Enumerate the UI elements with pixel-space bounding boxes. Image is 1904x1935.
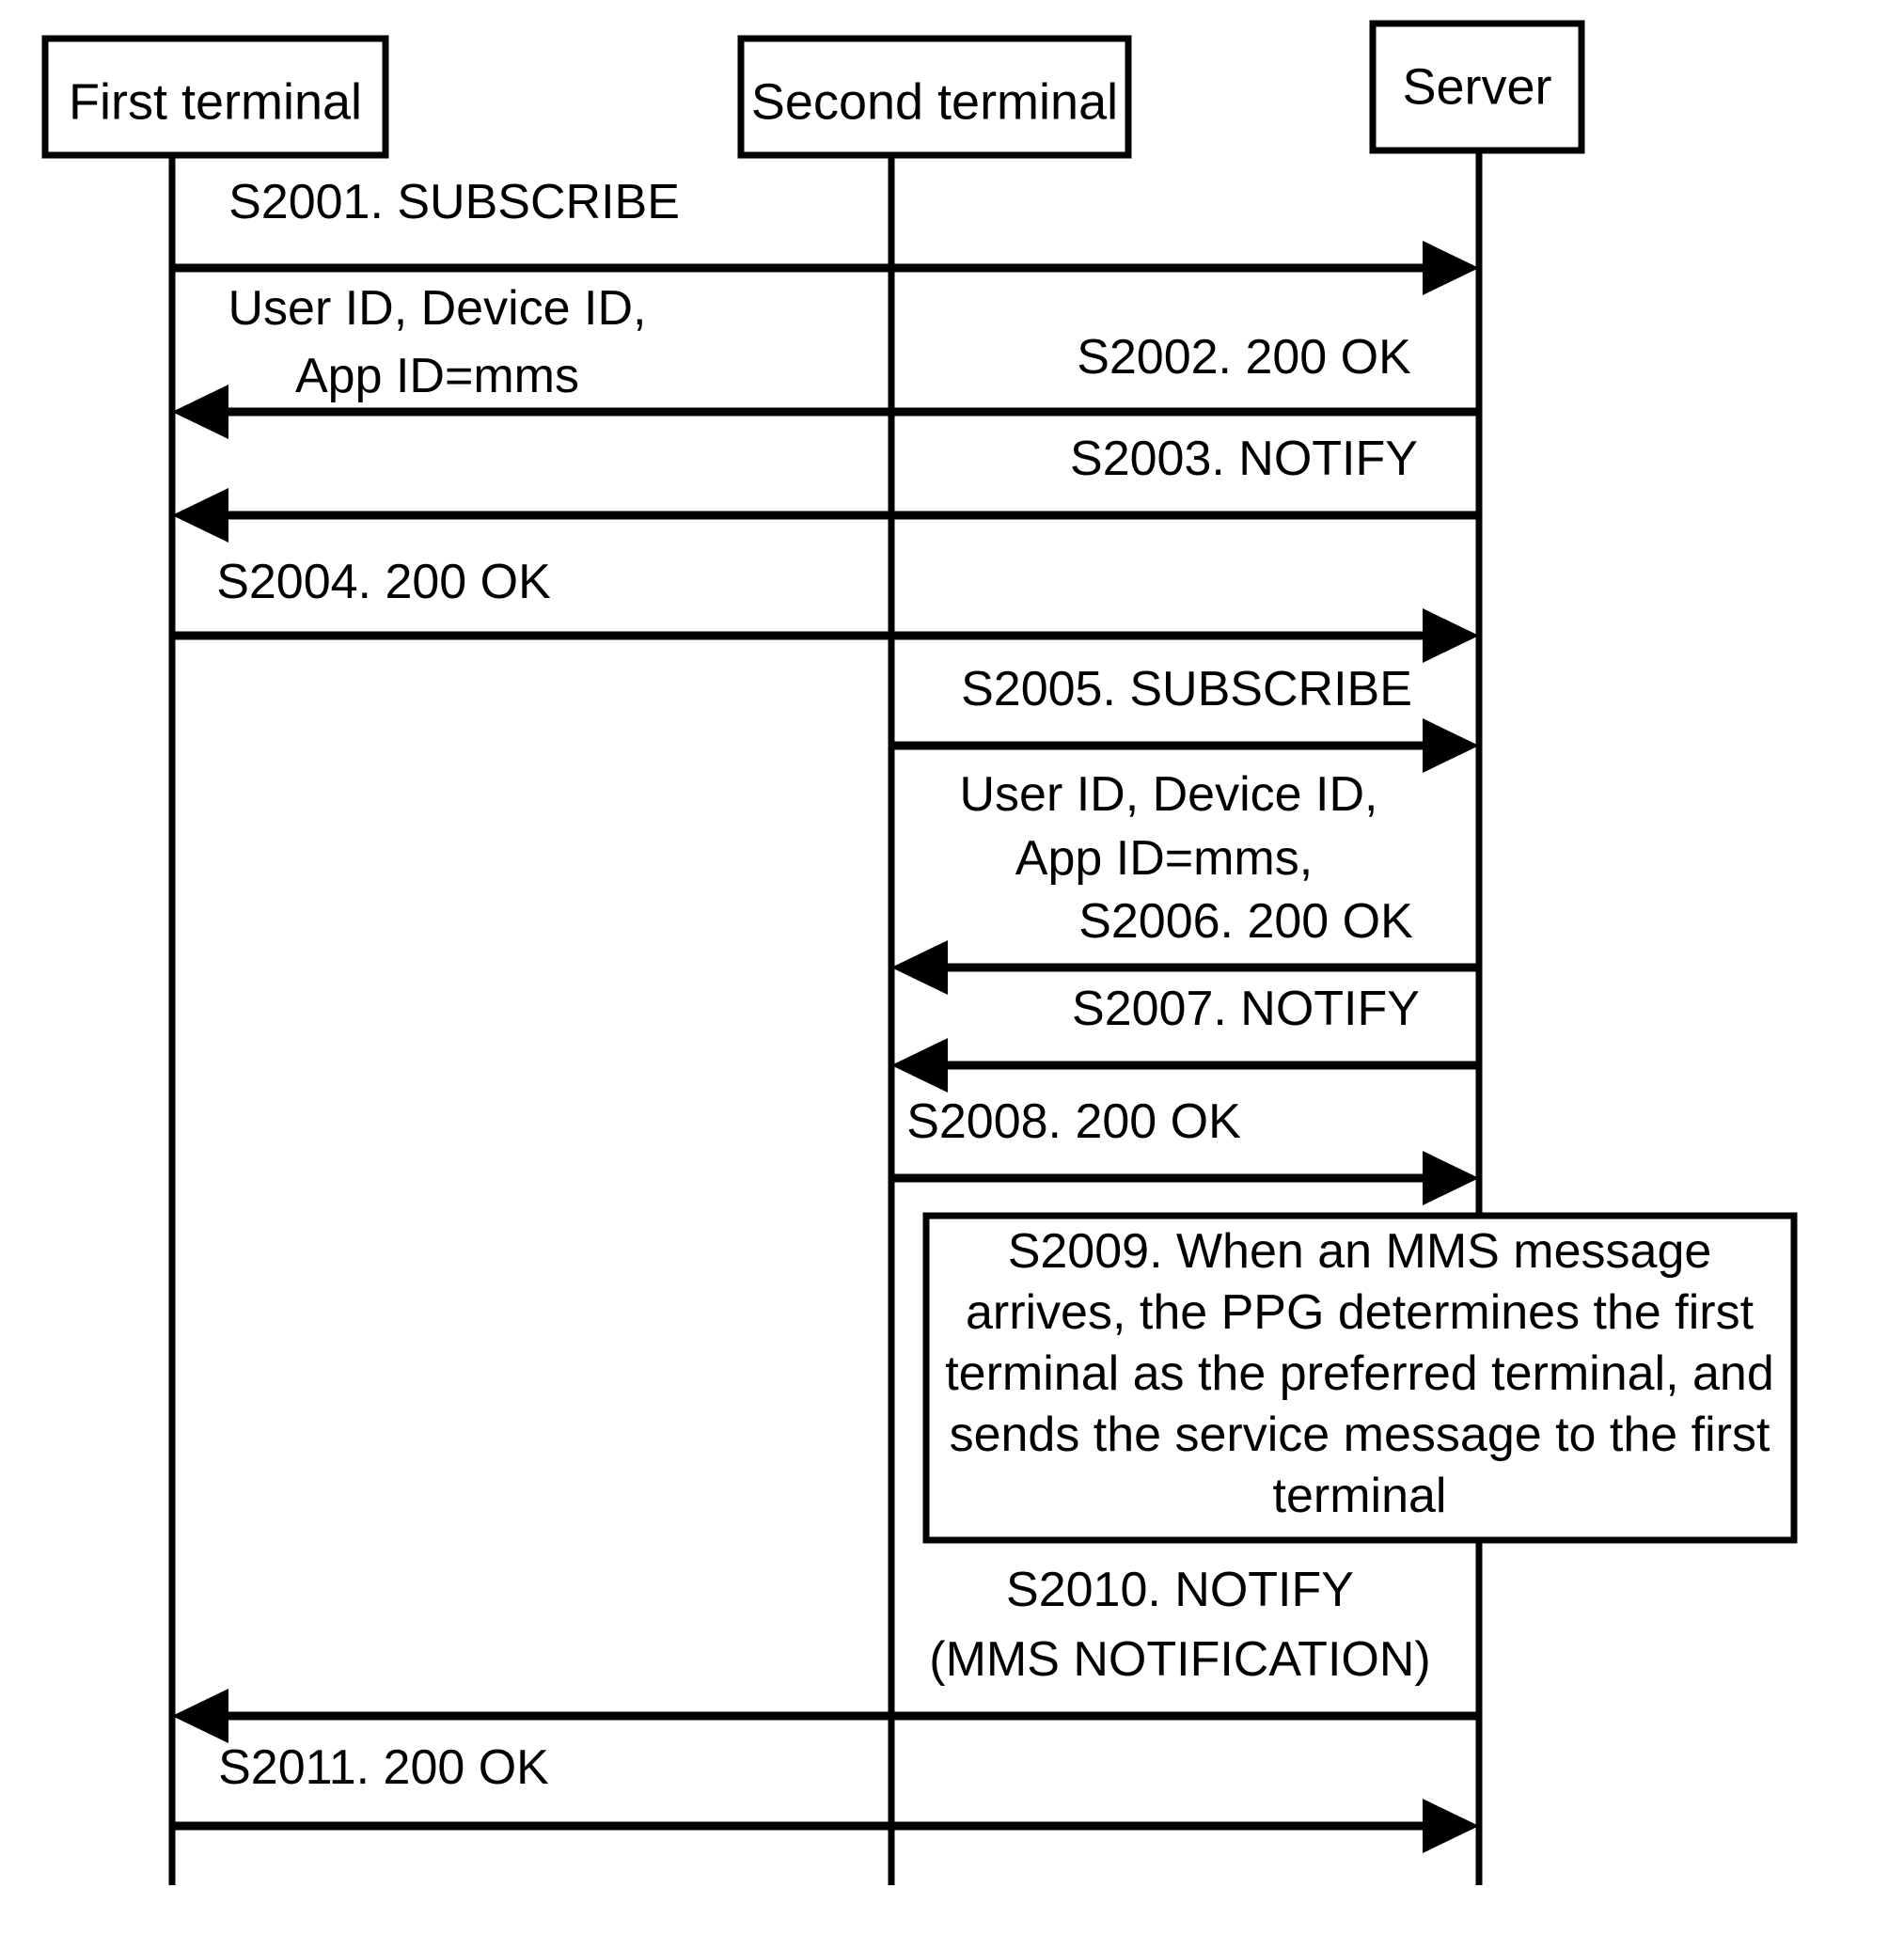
message-label-s2007: S2007. NOTIFY: [1072, 982, 1420, 1036]
arrowhead-s2003: [172, 488, 228, 543]
note-line-2: arrives, the PPG determines the first: [966, 1285, 1755, 1340]
message-label-s2010-line1: S2010. NOTIFY: [1006, 1563, 1354, 1617]
message-label-s2011: S2011. 200 OK: [218, 1740, 549, 1795]
message-label-s2001-params-line1: User ID, Device ID,: [228, 281, 647, 336]
arrowhead-s2004: [1423, 608, 1479, 663]
arrowhead-s2005: [1423, 718, 1479, 773]
message-label-s2003: S2003. NOTIFY: [1070, 432, 1418, 486]
message-label-s2005-params-line2: App ID=mms,: [1015, 831, 1313, 886]
arrowhead-s2006: [891, 940, 948, 995]
sequence-diagram-canvas: First terminal Second terminal Server S2…: [41, 20, 1798, 1885]
actor-label-first-terminal: First terminal: [69, 73, 362, 130]
message-label-s2002: S2002. 200 OK: [1077, 330, 1411, 385]
actor-label-second-terminal: Second terminal: [751, 73, 1118, 130]
message-label-s2008: S2008. 200 OK: [906, 1094, 1241, 1149]
arrowhead-s2011: [1423, 1799, 1479, 1853]
note-line-3: terminal as the preferred terminal, and: [945, 1346, 1774, 1401]
note-line-1: S2009. When an MMS message: [1008, 1224, 1712, 1279]
note-line-4: sends the service message to the first: [950, 1408, 1770, 1462]
arrowhead-s2008: [1423, 1151, 1479, 1205]
arrowhead-s2002: [172, 385, 228, 439]
arrowhead-s2007: [891, 1038, 948, 1093]
message-label-s2001-params-line2: App ID=mms: [295, 349, 579, 403]
note-line-5: terminal: [1273, 1469, 1447, 1523]
arrowhead-s2001: [1423, 241, 1479, 295]
message-label-s2005-params-line1: User ID, Device ID,: [960, 767, 1378, 822]
arrowhead-s2010: [172, 1689, 228, 1743]
sequence-diagram: First terminal Second terminal Server S2…: [0, 0, 1904, 1935]
message-label-s2004: S2004. 200 OK: [216, 555, 551, 609]
message-label-s2001: S2001. SUBSCRIBE: [228, 175, 680, 229]
message-label-s2006: S2006. 200 OK: [1078, 894, 1413, 949]
message-label-s2010-line2: (MMS NOTIFICATION): [929, 1632, 1430, 1687]
actor-label-server: Server: [1402, 58, 1551, 115]
message-label-s2005: S2005. SUBSCRIBE: [961, 662, 1412, 716]
